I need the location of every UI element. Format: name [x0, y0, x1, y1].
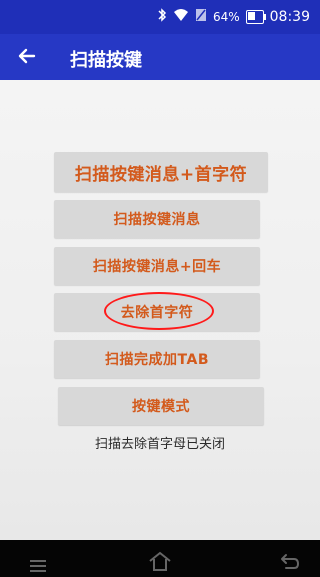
battery-icon: [245, 10, 266, 24]
phone-screen: 64% 08:39 扫描按键 扫描按键消息+首字符 扫描按键消息 扫描按键消息+…: [0, 0, 320, 577]
scan-key-message-enter-button[interactable]: 扫描按键消息+回车: [54, 247, 260, 285]
home-icon[interactable]: [146, 548, 174, 572]
status-icons: 64% 08:39: [157, 8, 310, 26]
navigation-bar: [0, 540, 320, 577]
battery-percent: 64%: [212, 10, 240, 24]
scan-complete-add-tab-button[interactable]: 扫描完成加TAB: [54, 340, 260, 378]
sim-icon: [195, 8, 207, 26]
highlight-circle: [104, 292, 214, 330]
arrow-left-icon[interactable]: [14, 43, 40, 69]
back-icon[interactable]: [274, 548, 302, 572]
status-bar: 64% 08:39: [0, 0, 320, 34]
scan-key-message-button[interactable]: 扫描按键消息: [54, 200, 260, 238]
key-mode-button[interactable]: 按键模式: [58, 387, 264, 425]
page-title: 扫描按键: [70, 50, 142, 71]
wifi-icon: [173, 8, 189, 26]
scan-key-message-first-char-button[interactable]: 扫描按键消息+首字符: [54, 152, 268, 192]
bluetooth-icon: [157, 8, 167, 26]
app-bar: 扫描按键: [0, 34, 320, 80]
status-message: 扫描去除首字母已关闭: [94, 437, 225, 452]
content-area: 扫描按键消息+首字符 扫描按键消息 扫描按键消息+回车 去除首字符 扫描完成加T…: [0, 80, 320, 540]
clock-time: 08:39: [269, 9, 310, 25]
menu-icon[interactable]: [24, 548, 52, 572]
